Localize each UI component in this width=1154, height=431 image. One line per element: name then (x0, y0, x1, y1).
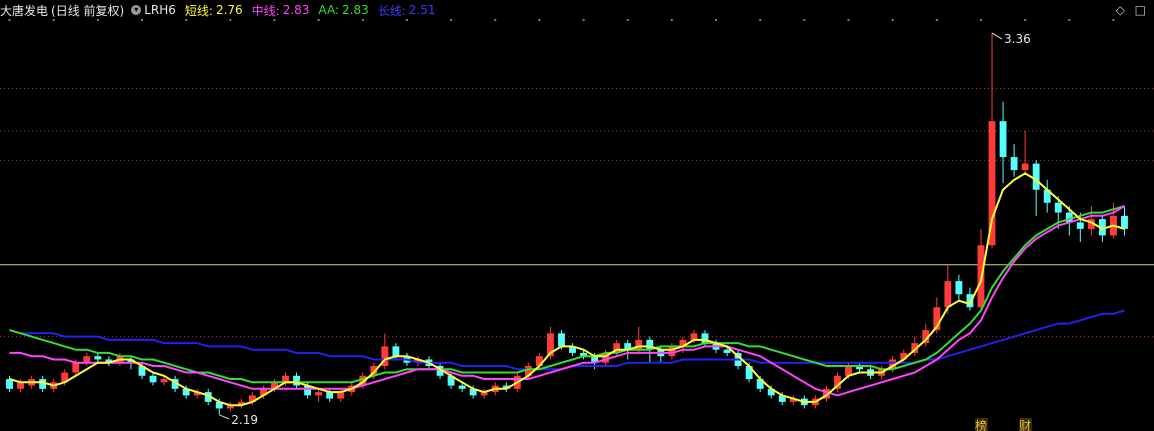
indicator-name[interactable]: LRH6 (144, 3, 176, 17)
top-marker-dot-60 (670, 19, 673, 21)
top-marker-dot-8 (96, 19, 99, 21)
candle-body-63 (701, 333, 709, 344)
stock-name: 大唐发电 (0, 3, 49, 18)
candle-body-92 (1021, 163, 1029, 171)
top-marker-dot-68 (759, 19, 762, 21)
candle-body-14 (160, 379, 168, 383)
aa-line-label: AA: (318, 3, 340, 17)
top-marker-dot-0 (8, 19, 11, 21)
candle-body-90 (999, 121, 1007, 158)
candle-body-97 (1076, 222, 1084, 229)
top-marker-dot-44 (494, 19, 497, 21)
short-line-label: 短线: (184, 3, 213, 18)
mid-line-value: 2.83 (282, 3, 310, 17)
indicator-settings-icon[interactable]: ▾ (131, 5, 142, 15)
candle-body-86 (955, 281, 963, 295)
top-marker-dot-36 (405, 19, 408, 21)
top-marker-dot-52 (582, 19, 585, 21)
high-point-label: 3.36 (1004, 32, 1031, 46)
candle-body-65 (723, 349, 731, 353)
top-marker-dot-84 (935, 19, 938, 21)
candle-body-35 (392, 346, 400, 357)
chart-legend: 大唐发电 (日线 前复权) ▾ LRH6 短线: 2.76 中线: 2.83 A… (0, 2, 439, 18)
top-marker-dot-96 (1068, 19, 1071, 21)
top-marker-dot-16 (185, 19, 188, 21)
top-marker-dot-28 (317, 19, 320, 21)
top-marker-dot-100 (1112, 19, 1115, 21)
long-line-label: 长线: (377, 3, 406, 18)
candle-body-91 (1010, 157, 1018, 171)
candle-body-28 (315, 392, 323, 396)
top-marker-dot-64 (715, 19, 718, 21)
top-marker-dot-56 (626, 19, 629, 21)
top-marker-dot-80 (891, 19, 894, 21)
period-label: (日线 前复权) (51, 3, 125, 18)
top-marker-dot-12 (140, 19, 143, 21)
mid-line-label: 中线: (251, 3, 280, 18)
candle-body-13 (149, 375, 157, 383)
candle-body-8 (94, 356, 102, 360)
candle-body-85 (944, 281, 952, 308)
top-marker-dot-24 (273, 19, 276, 21)
candle-body-41 (458, 385, 466, 389)
short-line-value: 2.76 (215, 3, 243, 17)
low-point-label: 2.19 (231, 413, 258, 427)
top-marker-dot-76 (847, 19, 850, 21)
top-marker-dot-40 (450, 19, 453, 21)
candle-body-89 (988, 121, 996, 246)
candle-body-26 (293, 375, 300, 386)
candle-body-6 (72, 362, 80, 373)
top-marker-dot-32 (361, 19, 364, 21)
top-marker-dot-4 (52, 19, 55, 21)
aa-line-value: 2.83 (342, 3, 369, 17)
close-icon[interactable]: □ (1135, 3, 1146, 17)
top-marker-dot-92 (1024, 19, 1027, 21)
candle-body-93 (1032, 163, 1040, 190)
candle-body-50 (558, 333, 565, 347)
candle-body-57 (635, 339, 643, 350)
event-marker-bang: 榜 (975, 418, 987, 431)
top-marker-dot-48 (538, 19, 541, 21)
candlestick-chart[interactable]: 3.36 2.19 榜 财 (0, 0, 1154, 431)
top-marker-dot-72 (803, 19, 806, 21)
top-marker-dot-20 (229, 19, 232, 21)
corner-controls: ◇ □ (1110, 3, 1146, 17)
candle-body-95 (1054, 202, 1062, 213)
candle-body-62 (690, 333, 698, 340)
long-line-value: 2.51 (408, 3, 436, 17)
top-marker-dot-88 (979, 19, 982, 21)
event-marker-cai: 财 (1019, 419, 1031, 431)
candle-body-101 (1121, 215, 1128, 229)
diamond-icon[interactable]: ◇ (1116, 3, 1125, 17)
